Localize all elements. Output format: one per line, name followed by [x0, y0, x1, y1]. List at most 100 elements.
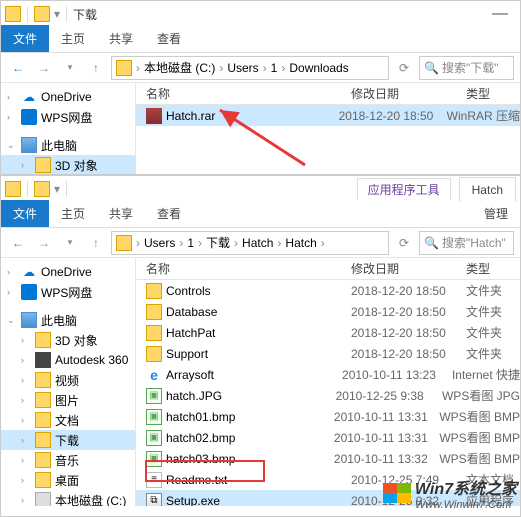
titlebar[interactable]: ▾ 下载 —	[1, 1, 520, 27]
img-icon: ▣	[146, 388, 162, 404]
file-row[interactable]: Support2018-12-20 18:50文件夹	[136, 343, 520, 364]
breadcrumb[interactable]: › Users› 1› 下载› Hatch› Hatch›	[111, 231, 389, 255]
search-input[interactable]: 🔍 搜索"下载"	[419, 56, 514, 80]
col-name[interactable]: 名称	[136, 85, 351, 102]
refresh-button[interactable]: ⟳	[393, 57, 415, 79]
file-row[interactable]: eArraysoft2010-10-11 13:23Internet 快捷	[136, 364, 520, 385]
tab-home[interactable]: 主页	[49, 25, 97, 52]
forward-button[interactable]: →	[33, 57, 55, 79]
nav-item[interactable]: ›Autodesk 360	[1, 350, 135, 370]
forward-button[interactable]: →	[33, 232, 55, 254]
tab-file[interactable]: 文件	[1, 200, 49, 227]
breadcrumb-seg[interactable]: Hatch	[238, 236, 277, 250]
expand-icon[interactable]: ›	[21, 475, 31, 485]
file-row[interactable]: Database2018-12-20 18:50文件夹	[136, 301, 520, 322]
expand-icon[interactable]: ›	[21, 395, 31, 405]
up-button[interactable]: ↑	[85, 232, 107, 254]
tab-share[interactable]: 共享	[97, 25, 145, 52]
expand-icon[interactable]: ›	[21, 435, 31, 445]
back-button[interactable]: ←	[7, 232, 29, 254]
breadcrumb-seg[interactable]: Hatch	[281, 236, 320, 250]
col-date[interactable]: 修改日期	[351, 85, 466, 102]
file-row[interactable]: Hatch.rar2018-12-20 18:50WinRAR 压缩	[136, 105, 520, 126]
col-name[interactable]: 名称	[136, 260, 351, 277]
nav-label: WPS网盘	[41, 284, 92, 301]
expand-icon[interactable]: ›	[21, 375, 31, 385]
file-row[interactable]: ⧉Setup.exe2010-12-25 9:32应用程序	[136, 490, 520, 506]
expand-icon[interactable]: ›	[7, 112, 17, 122]
breadcrumb-seg[interactable]: Users	[223, 61, 262, 75]
nav-item[interactable]: ›☁OneDrive	[1, 87, 135, 107]
context-tab-hatch[interactable]: Hatch	[459, 177, 516, 202]
file-row[interactable]: ≡Readme.txt2010-12-25 7:49文本文档	[136, 469, 520, 490]
tab-home[interactable]: 主页	[49, 200, 97, 227]
expand-icon[interactable]: ›	[21, 160, 31, 170]
breadcrumb[interactable]: › 本地磁盘 (C:)› Users› 1› Downloads	[111, 56, 389, 80]
back-button[interactable]: ←	[7, 57, 29, 79]
file-type: WPS看图 JPG	[442, 387, 520, 404]
nav-item[interactable]: ›本地磁盘 (C:)	[1, 490, 135, 506]
col-type[interactable]: 类型	[466, 85, 520, 102]
expand-icon[interactable]: ›	[21, 335, 31, 345]
file-row[interactable]: ▣hatch02.bmp2010-10-11 13:31WPS看图 BMP	[136, 427, 520, 448]
qat-overflow-icon[interactable]: ▾	[54, 182, 60, 196]
breadcrumb-seg[interactable]: 下载	[202, 234, 234, 251]
recent-button[interactable]: ▾	[59, 57, 81, 79]
col-type[interactable]: 类型	[466, 260, 520, 277]
file-row[interactable]: ▣hatch01.bmp2010-10-11 13:31WPS看图 BMP	[136, 406, 520, 427]
breadcrumb-seg[interactable]: 1	[267, 61, 282, 75]
file-row[interactable]: ▣hatch03.bmp2010-10-11 13:32WPS看图 BMP	[136, 448, 520, 469]
column-headers[interactable]: 名称 修改日期 类型	[136, 258, 520, 280]
expand-icon[interactable]: ›	[7, 92, 17, 102]
breadcrumb-seg[interactable]: Users	[140, 236, 179, 250]
column-headers[interactable]: 名称 修改日期 类型	[136, 83, 520, 105]
expand-icon[interactable]: ⌄	[7, 315, 17, 326]
nav-item[interactable]: › WPS网盘	[1, 282, 135, 302]
nav-item[interactable]: ›3D 对象	[1, 330, 135, 350]
expand-icon[interactable]: ›	[7, 287, 17, 297]
context-tab-apptools[interactable]: 应用程序工具	[357, 178, 451, 200]
expand-icon[interactable]: ›	[21, 355, 31, 365]
expand-icon[interactable]: ⌄	[7, 140, 17, 151]
nav-item[interactable]: ›下载	[1, 430, 135, 450]
nav-item[interactable]: ›桌面	[1, 470, 135, 490]
nav-item[interactable]: ›WPS网盘	[1, 107, 135, 127]
titlebar[interactable]: ▾ 应用程序工具 Hatch	[1, 176, 520, 202]
nav-item[interactable]: ⌄此电脑	[1, 310, 135, 330]
file-row[interactable]: HatchPat2018-12-20 18:50文件夹	[136, 322, 520, 343]
minimize-button[interactable]: —	[484, 5, 516, 23]
expand-icon[interactable]: ›	[21, 455, 31, 465]
col-date[interactable]: 修改日期	[351, 260, 466, 277]
up-button[interactable]: ↑	[85, 57, 107, 79]
nav-item[interactable]: ›☁OneDrive	[1, 262, 135, 282]
tab-share[interactable]: 共享	[97, 200, 145, 227]
file-row[interactable]: Controls2018-12-20 18:50文件夹	[136, 280, 520, 301]
nav-item[interactable]: ›文档	[1, 410, 135, 430]
refresh-button[interactable]: ⟳	[393, 232, 415, 254]
tab-manage[interactable]: 管理	[472, 200, 520, 227]
expand-icon[interactable]: ›	[21, 415, 31, 425]
file-list[interactable]: 名称 修改日期 类型 Hatch.rar2018-12-20 18:50WinR…	[136, 83, 520, 174]
qat-overflow-icon[interactable]: ▾	[54, 7, 60, 21]
nav-item[interactable]: ›3D 对象	[1, 155, 135, 174]
breadcrumb-seg[interactable]: 本地磁盘 (C:)	[140, 59, 219, 76]
file-list[interactable]: 名称 修改日期 类型 Controls2018-12-20 18:50文件夹Da…	[136, 258, 520, 506]
file-name: hatch01.bmp	[166, 410, 235, 424]
recent-button[interactable]: ▾	[59, 232, 81, 254]
fold-icon	[146, 283, 162, 299]
nav-item[interactable]: ›图片	[1, 390, 135, 410]
expand-icon[interactable]: ›	[7, 267, 17, 277]
breadcrumb-seg[interactable]: Downloads	[285, 61, 352, 75]
breadcrumb-seg[interactable]: 1	[183, 236, 198, 250]
nav-pane[interactable]: ›☁OneDrive›WPS网盘⌄此电脑›3D 对象›Autodesk 360›…	[1, 258, 136, 506]
nav-item[interactable]: ⌄此电脑	[1, 135, 135, 155]
expand-icon[interactable]: ›	[21, 495, 31, 505]
nav-item[interactable]: ›音乐	[1, 450, 135, 470]
file-row[interactable]: ▣hatch.JPG2010-12-25 9:38WPS看图 JPG	[136, 385, 520, 406]
tab-view[interactable]: 查看	[145, 200, 193, 227]
nav-item[interactable]: ›视频	[1, 370, 135, 390]
search-input[interactable]: 🔍 搜索"Hatch"	[419, 231, 514, 255]
tab-view[interactable]: 查看	[145, 25, 193, 52]
tab-file[interactable]: 文件	[1, 25, 49, 52]
nav-pane[interactable]: ›☁OneDrive›WPS网盘 ⌄此电脑›3D 对象	[1, 83, 136, 174]
